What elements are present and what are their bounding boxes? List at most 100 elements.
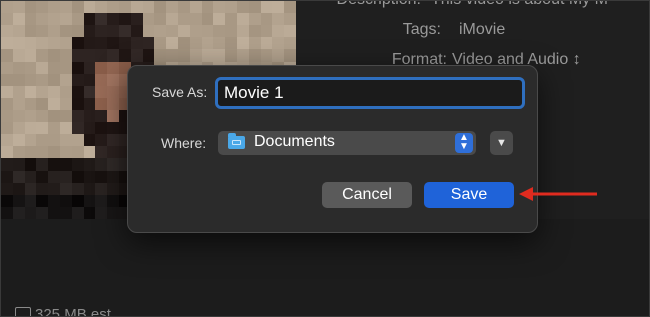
preview-pixel (107, 134, 119, 147)
save-as-input[interactable]: Movie 1 (215, 77, 525, 109)
preview-pixel (225, 25, 237, 38)
save-as-label: Save As: (152, 84, 208, 100)
preview-pixel (248, 1, 261, 14)
preview-pixel (107, 158, 119, 171)
preview-pixel (71, 182, 84, 195)
preview-pixel (12, 73, 25, 86)
preview-pixel (71, 122, 84, 135)
preview-pixel (36, 109, 49, 123)
preview-pixel (154, 49, 167, 62)
preview-pixel (36, 49, 49, 62)
preview-pixel (1, 1, 13, 14)
preview-pixel (24, 37, 37, 50)
cancel-button[interactable]: Cancel (322, 182, 412, 208)
preview-pixel (1, 122, 13, 135)
preview-pixel (12, 97, 25, 110)
preview-pixel (1, 73, 13, 86)
preview-pixel (237, 25, 249, 38)
where-select[interactable]: Documents ▲ ▼ (218, 131, 476, 155)
preview-pixel (12, 61, 25, 74)
preview-pixel (142, 1, 155, 14)
file-size-icon (15, 307, 31, 316)
preview-pixel (225, 37, 237, 50)
preview-pixel (95, 194, 108, 207)
preview-pixel (24, 85, 37, 98)
preview-pixel (189, 49, 202, 62)
preview-pixel (48, 73, 60, 86)
folder-icon (228, 133, 245, 149)
preview-pixel (12, 206, 25, 219)
preview-pixel (95, 146, 108, 159)
preview-pixel (107, 37, 119, 50)
preview-pixel (95, 158, 108, 171)
where-label: Where: (161, 135, 207, 151)
preview-pixel (189, 13, 202, 26)
preview-pixel (284, 1, 296, 14)
preview-pixel (178, 25, 190, 38)
preview-pixel (201, 37, 214, 50)
preview-pixel (24, 97, 37, 110)
expand-dialog-button[interactable]: ▼ (490, 131, 513, 155)
preview-pixel (36, 194, 49, 207)
preview-pixel (60, 49, 72, 62)
preview-pixel (237, 13, 249, 26)
preview-pixel (130, 37, 143, 50)
preview-pixel (24, 61, 37, 74)
preview-pixel (60, 158, 72, 171)
preview-pixel (1, 49, 13, 62)
preview-pixel (48, 158, 60, 171)
preview-pixel (119, 49, 131, 62)
preview-pixel (60, 97, 72, 110)
preview-pixel (237, 37, 249, 50)
preview-pixel (71, 146, 84, 159)
preview-pixel (95, 61, 108, 74)
preview-pixel (237, 1, 249, 14)
preview-pixel (12, 170, 25, 183)
preview-pixel (260, 49, 273, 62)
preview-pixel (166, 37, 178, 50)
preview-pixel (1, 194, 13, 207)
preview-pixel (248, 25, 261, 38)
preview-pixel (71, 13, 84, 26)
preview-pixel (107, 206, 119, 219)
preview-pixel (213, 13, 226, 26)
preview-pixel (95, 49, 108, 62)
preview-pixel (130, 13, 143, 26)
preview-pixel (48, 194, 60, 207)
preview-pixel (95, 97, 108, 110)
preview-pixel (1, 109, 13, 123)
preview-pixel (71, 206, 84, 219)
preview-pixel (48, 146, 60, 159)
preview-pixel (83, 109, 96, 123)
preview-pixel (248, 37, 261, 50)
preview-pixel (107, 13, 119, 26)
preview-pixel (71, 109, 84, 123)
preview-pixel (71, 25, 84, 38)
preview-pixel (24, 109, 37, 123)
preview-pixel (107, 182, 119, 195)
preview-pixel (60, 146, 72, 159)
preview-pixel (107, 61, 119, 74)
preview-pixel (237, 49, 249, 62)
preview-pixel (36, 1, 49, 14)
preview-pixel (225, 49, 237, 62)
preview-pixel (213, 1, 226, 14)
preview-pixel (36, 158, 49, 171)
preview-pixel (24, 170, 37, 183)
preview-pixel (248, 13, 261, 26)
description-value: This video is about My M (431, 1, 608, 9)
preview-pixel (95, 122, 108, 135)
preview-pixel (166, 49, 178, 62)
preview-pixel (60, 1, 72, 14)
preview-pixel (12, 194, 25, 207)
preview-pixel (1, 97, 13, 110)
preview-pixel (95, 1, 108, 14)
preview-pixel (1, 146, 13, 159)
preview-pixel (71, 134, 84, 147)
preview-pixel (201, 1, 214, 14)
preview-pixel (225, 13, 237, 26)
preview-pixel (178, 1, 190, 14)
preview-pixel (95, 182, 108, 195)
preview-pixel (60, 182, 72, 195)
save-button[interactable]: Save (424, 182, 514, 208)
